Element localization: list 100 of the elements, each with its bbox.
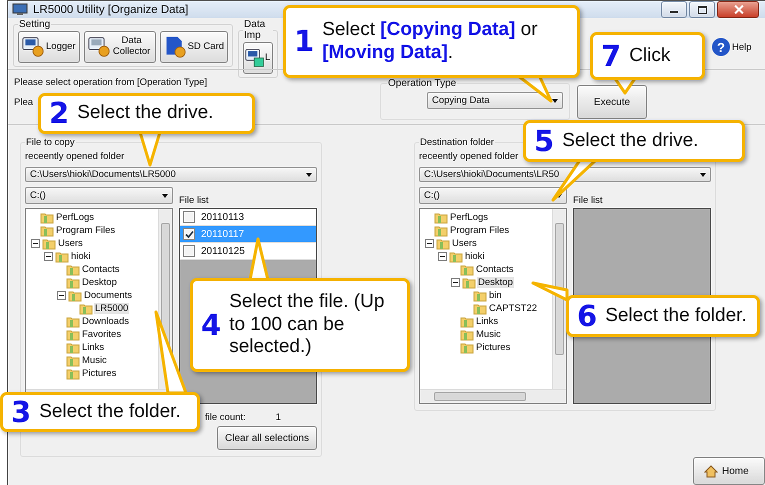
device-gear-icon [88, 35, 110, 59]
toolbar-button[interactable]: Logger [18, 31, 80, 63]
tree-item[interactable]: Downloads [81, 316, 130, 327]
step-number: 1 [294, 27, 314, 56]
file-count: 1 [276, 412, 281, 423]
folder-icon [460, 264, 474, 276]
tree-item[interactable]: Documents [83, 290, 134, 301]
help-button[interactable]: ? Help [709, 35, 759, 59]
tree-item[interactable]: PerfLogs [449, 212, 490, 223]
step-number: 5 [534, 126, 554, 156]
tree-item[interactable]: Program Files [449, 225, 510, 236]
tree-item[interactable]: LR5000 [94, 303, 130, 314]
recent-folder-dropdown[interactable]: C:\Users\hioki\Documents\LR5000 [25, 167, 317, 182]
window-title: LR5000 Utility [Organize Data] [33, 4, 188, 16]
folder-icon [473, 290, 487, 302]
file-count-label: file count: [205, 412, 246, 423]
checkbox[interactable] [183, 245, 195, 257]
sd-card-icon [164, 34, 186, 60]
tree-item[interactable]: Users [57, 238, 84, 249]
tree-item[interactable]: Links [475, 316, 500, 327]
recent-folder-dropdown[interactable]: C:\Users\hioki\Documents\LR50 [419, 167, 711, 182]
folder-icon [460, 316, 474, 328]
group-label: Operation Type [387, 78, 458, 89]
tree-item[interactable]: CAPTST22 [488, 303, 538, 314]
folder-icon [66, 276, 80, 288]
file-name: 20110125 [201, 246, 245, 256]
close-button[interactable] [717, 1, 759, 18]
collapse-toggle-icon[interactable] [57, 291, 66, 300]
folder-icon [449, 250, 463, 262]
collapse-toggle-icon[interactable] [44, 252, 53, 261]
tree-item[interactable]: Links [81, 342, 106, 353]
toolbar-button[interactable]: L [243, 42, 274, 74]
instruction-text: Please select operation from [Operation Type] [14, 77, 208, 88]
tree-item[interactable]: Contacts [475, 264, 514, 275]
panel-title: File to copy [25, 137, 76, 148]
group-label: Data Imp [243, 19, 266, 41]
folder-icon [66, 316, 80, 328]
vertical-scrollbar[interactable] [552, 209, 566, 389]
folder-icon [462, 276, 476, 288]
folder-icon [55, 250, 69, 262]
tree-item[interactable]: hioki [464, 251, 486, 262]
tree-item[interactable]: Music [81, 355, 108, 366]
folder-icon [66, 264, 80, 276]
clear-selections-button[interactable]: Clear all selections [217, 426, 317, 450]
operation-type-dropdown[interactable]: Copying Data [427, 92, 563, 109]
device-chart-icon [245, 46, 266, 70]
folder-icon [68, 290, 82, 302]
execute-button[interactable]: Execute [577, 85, 647, 119]
folder-icon [40, 212, 54, 224]
folder-icon [42, 238, 56, 250]
folder-icon [434, 224, 448, 236]
panel-title: Destination folder [419, 137, 495, 148]
help-icon: ? [712, 38, 730, 56]
field-label: receently opened folder [25, 151, 124, 162]
collapse-toggle-icon[interactable] [451, 278, 460, 287]
drive-dropdown[interactable]: C:() [419, 187, 567, 204]
tree-item[interactable]: hioki [70, 251, 92, 262]
folder-icon [436, 238, 450, 250]
file-row[interactable]: 20110113 [180, 209, 316, 226]
folder-icon [460, 328, 474, 340]
callout-text: Select the folder. [605, 304, 747, 328]
tree-item[interactable]: PerfLogs [55, 212, 96, 223]
tree-item[interactable]: Pictures [475, 342, 512, 353]
folder-icon [79, 302, 93, 314]
minimize-button[interactable] [661, 1, 687, 18]
collapse-toggle-icon[interactable] [425, 239, 434, 248]
maximize-button[interactable] [689, 1, 715, 18]
step-number: 7 [601, 42, 622, 70]
folder-icon [473, 302, 487, 314]
callout-text: Select the drive. [562, 130, 698, 152]
tree-item[interactable]: Desktop [477, 277, 514, 288]
folder-icon [40, 224, 54, 236]
field-label: receently opened folder [419, 151, 518, 162]
tree-item[interactable]: Music [475, 329, 502, 340]
field-label: File list [573, 195, 603, 206]
collapse-toggle-icon[interactable] [438, 252, 447, 261]
drive-dropdown[interactable]: C:() [25, 187, 173, 204]
home-button[interactable]: Home [693, 457, 765, 485]
checkbox[interactable] [183, 211, 195, 223]
tree-item[interactable]: Contacts [81, 264, 120, 275]
house-icon [704, 464, 718, 478]
callout-text: Click [629, 44, 670, 68]
folder-icon [434, 212, 448, 224]
field-label: File list [179, 195, 209, 206]
device-gear-icon [22, 35, 44, 59]
callout-text: Select the file. (Up to 100 can be selected.) [229, 290, 386, 360]
checkbox[interactable] [183, 228, 195, 240]
callout-text: Select [Copying Data] or [Moving Data]. [322, 18, 539, 64]
folder-icon [66, 342, 80, 354]
collapse-toggle-icon[interactable] [31, 239, 40, 248]
tree-item[interactable]: Pictures [81, 368, 118, 379]
toolbar-button[interactable]: SD Card [160, 31, 228, 63]
tree-item[interactable]: Desktop [81, 277, 118, 288]
horizontal-scrollbar[interactable] [420, 389, 566, 403]
file-name: 20110117 [201, 228, 244, 240]
tree-item[interactable]: Favorites [81, 329, 122, 340]
tree-item[interactable]: bin [488, 290, 503, 301]
tree-item[interactable]: Program Files [55, 225, 116, 236]
tree-item[interactable]: Users [451, 238, 478, 249]
toolbar-button[interactable]: Data Collector [84, 31, 156, 63]
